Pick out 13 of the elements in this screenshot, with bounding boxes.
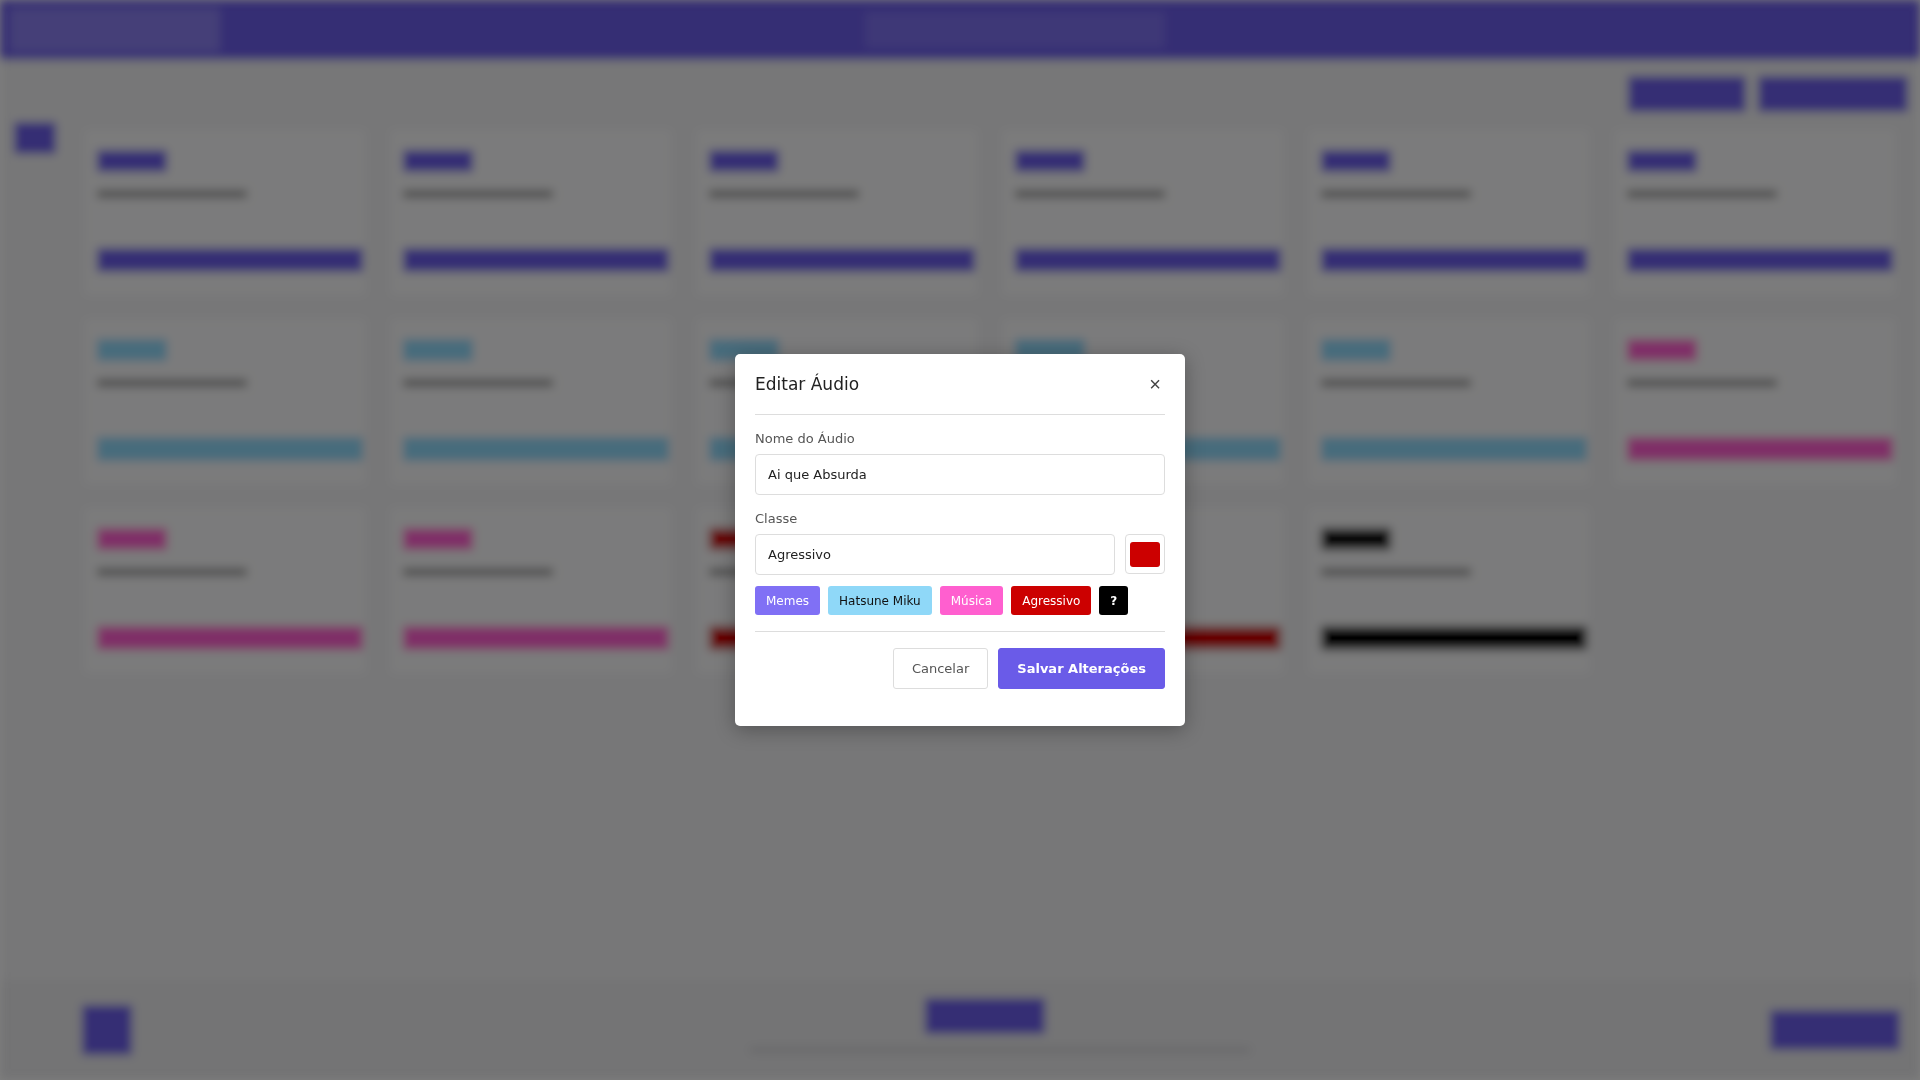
class-tag[interactable]: ?: [1099, 586, 1129, 615]
cancel-button[interactable]: Cancelar: [892, 648, 989, 689]
class-tag[interactable]: Memes: [755, 586, 821, 615]
close-button[interactable]: ×: [1145, 372, 1165, 396]
dialog-title: Editar Áudio: [755, 374, 860, 394]
field-label: Nome do Áudio: [755, 431, 856, 446]
field-label: Classe: [755, 511, 799, 526]
color-picker[interactable]: [1125, 534, 1165, 574]
save-button[interactable]: Salvar Alterações: [998, 648, 1165, 689]
name-field[interactable]: Ai que Absurda: [755, 454, 1165, 495]
class-tag[interactable]: Hatsune Miku: [828, 586, 932, 615]
class-tag[interactable]: Agressivo: [1011, 586, 1092, 615]
class-field[interactable]: Agressivo: [755, 534, 1115, 575]
